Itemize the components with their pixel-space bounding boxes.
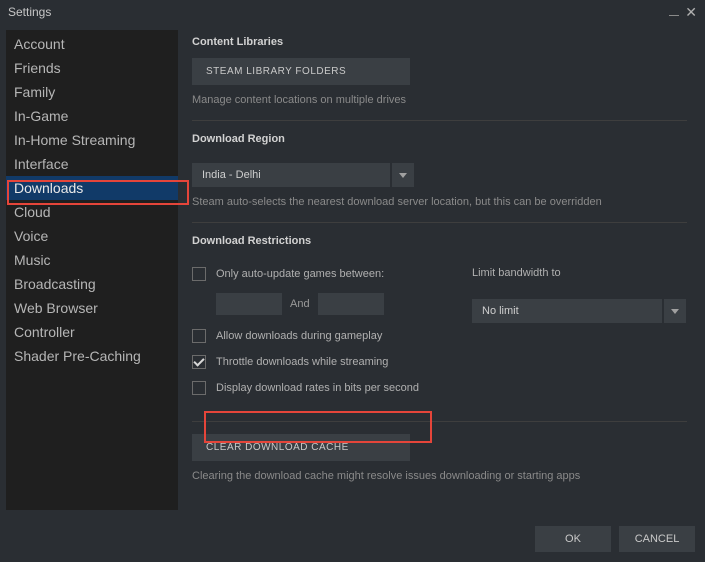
- display-bits-checkbox[interactable]: [192, 381, 206, 395]
- throttle-checkbox[interactable]: [192, 355, 206, 369]
- main-panel: Content Libraries STEAM LIBRARY FOLDERS …: [188, 30, 699, 510]
- sidebar-item-broadcasting[interactable]: Broadcasting: [6, 272, 178, 296]
- sidebar-item-downloads[interactable]: Downloads: [6, 176, 178, 200]
- sidebar-item-streaming[interactable]: In-Home Streaming: [6, 128, 178, 152]
- sidebar-item-music[interactable]: Music: [6, 248, 178, 272]
- window-title: Settings: [8, 5, 51, 19]
- allow-gameplay-checkbox[interactable]: [192, 329, 206, 343]
- restrictions-left: Only auto-update games between: And: [192, 267, 420, 329]
- auto-update-checkbox-row: Only auto-update games between:: [192, 267, 420, 281]
- time-and-label: And: [290, 298, 310, 310]
- close-icon[interactable]: ✕: [685, 4, 697, 21]
- display-bits-label: Display download rates in bits per secon…: [216, 382, 419, 394]
- sidebar-item-account[interactable]: Account: [6, 32, 178, 56]
- limit-select-value: No limit: [472, 299, 662, 323]
- download-region-title: Download Region: [192, 133, 687, 145]
- region-select-value: India - Delhi: [192, 163, 390, 187]
- sidebar-item-voice[interactable]: Voice: [6, 224, 178, 248]
- sidebar: Account Friends Family In-Game In-Home S…: [6, 30, 178, 510]
- restrictions-title: Download Restrictions: [192, 235, 687, 247]
- allow-gameplay-label: Allow downloads during gameplay: [216, 330, 382, 342]
- chevron-down-icon: [399, 173, 407, 178]
- auto-update-checkbox[interactable]: [192, 267, 206, 281]
- content-wrap: Account Friends Family In-Game In-Home S…: [0, 24, 705, 516]
- throttle-row: Throttle downloads while streaming: [192, 355, 687, 369]
- time-range-row: And: [216, 293, 420, 315]
- display-bits-row: Display download rates in bits per secon…: [192, 381, 687, 395]
- titlebar-controls: ✕: [669, 4, 697, 21]
- restrictions-row: Only auto-update games between: And Limi…: [192, 267, 687, 329]
- sidebar-item-shader[interactable]: Shader Pre-Caching: [6, 344, 178, 368]
- region-select[interactable]: India - Delhi: [192, 163, 687, 187]
- throttle-label: Throttle downloads while streaming: [216, 356, 388, 368]
- limit-bandwidth-label: Limit bandwidth to: [472, 267, 686, 279]
- clear-download-cache-button[interactable]: CLEAR DOWNLOAD CACHE: [192, 434, 410, 461]
- ok-button[interactable]: OK: [535, 526, 611, 552]
- content-libraries-helper: Manage content locations on multiple dri…: [192, 94, 687, 106]
- download-region-helper: Steam auto-selects the nearest download …: [192, 196, 687, 208]
- content-libraries-title: Content Libraries: [192, 36, 687, 48]
- sidebar-item-friends[interactable]: Friends: [6, 56, 178, 80]
- cache-helper: Clearing the download cache might resolv…: [192, 470, 687, 482]
- auto-update-label: Only auto-update games between:: [216, 268, 384, 280]
- sidebar-item-in-game[interactable]: In-Game: [6, 104, 178, 128]
- divider: [192, 421, 687, 422]
- footer: OK CANCEL: [0, 516, 705, 562]
- restrictions-right: Limit bandwidth to No limit: [472, 267, 686, 329]
- allow-gameplay-row: Allow downloads during gameplay: [192, 329, 687, 343]
- divider: [192, 222, 687, 223]
- sidebar-item-family[interactable]: Family: [6, 80, 178, 104]
- region-select-dropdown[interactable]: [392, 163, 414, 187]
- sidebar-item-interface[interactable]: Interface: [6, 152, 178, 176]
- minimize-icon[interactable]: [669, 15, 679, 16]
- sidebar-item-controller[interactable]: Controller: [6, 320, 178, 344]
- limit-select[interactable]: No limit: [472, 299, 686, 323]
- steam-library-folders-button[interactable]: STEAM LIBRARY FOLDERS: [192, 58, 410, 85]
- time-end-input[interactable]: [318, 293, 384, 315]
- chevron-down-icon: [671, 309, 679, 314]
- settings-window: Settings ✕ Account Friends Family In-Gam…: [0, 0, 705, 562]
- divider: [192, 120, 687, 121]
- limit-select-dropdown[interactable]: [664, 299, 686, 323]
- time-start-input[interactable]: [216, 293, 282, 315]
- sidebar-item-cloud[interactable]: Cloud: [6, 200, 178, 224]
- sidebar-item-web-browser[interactable]: Web Browser: [6, 296, 178, 320]
- cancel-button[interactable]: CANCEL: [619, 526, 695, 552]
- titlebar: Settings ✕: [0, 0, 705, 24]
